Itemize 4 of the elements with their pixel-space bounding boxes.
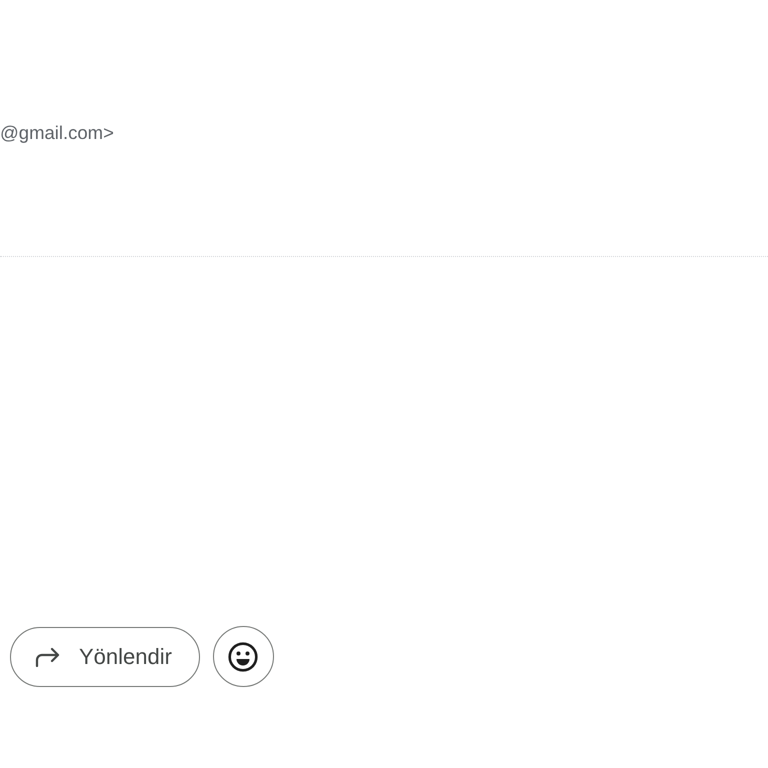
- sender-email-text: @gmail.com>: [0, 121, 114, 145]
- smiley-face-icon: [228, 642, 258, 672]
- forward-button[interactable]: Yönlendir: [10, 626, 200, 686]
- forward-arrow-icon: [35, 646, 61, 666]
